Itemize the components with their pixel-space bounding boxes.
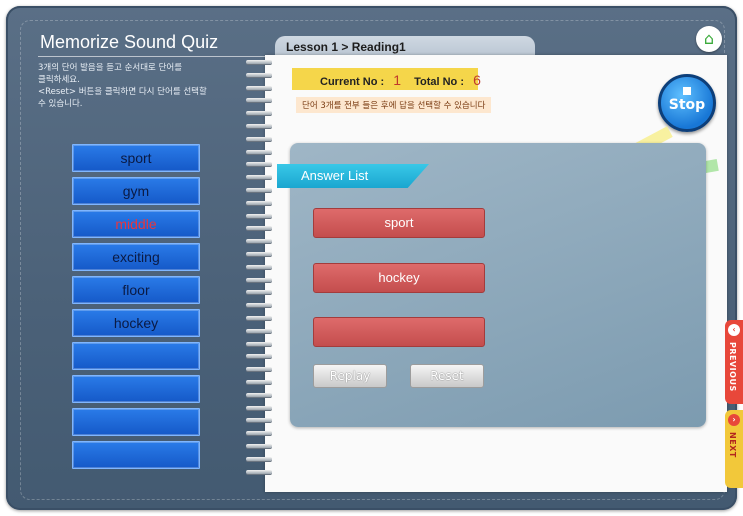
spiral-ring [246, 264, 272, 269]
app-title: Memorize Sound Quiz [40, 32, 219, 52]
word-button[interactable]: sport [72, 144, 200, 172]
answer-slot[interactable]: sport [313, 208, 485, 238]
spiral-ring [246, 303, 272, 308]
previous-button[interactable]: ‹ PREVIOUS [725, 320, 743, 404]
spiral-ring [246, 111, 272, 116]
left-panel: Memorize Sound Quiz 3개의 단어 발음을 듣고 순서대로 단… [22, 22, 268, 492]
spiral-ring [246, 328, 272, 333]
spiral-ring [246, 354, 272, 359]
stop-label: Stop [668, 97, 706, 113]
word-button[interactable]: hockey [72, 309, 200, 337]
spiral-ring [246, 431, 272, 436]
word-button[interactable]: floor [72, 276, 200, 304]
home-button[interactable]: ⌂ [696, 26, 722, 52]
hint-text: 단어 3개를 전부 들은 후에 답을 선택할 수 있습니다 [296, 97, 492, 113]
spiral-ring [246, 226, 272, 231]
spiral-ring [246, 380, 272, 384]
spiral-ring [246, 72, 272, 77]
spiral-ring [246, 98, 272, 103]
word-button-empty[interactable] [72, 441, 200, 469]
word-button-empty[interactable] [72, 408, 200, 436]
spiral-ring [246, 444, 272, 448]
spiral-ring [246, 175, 272, 180]
spiral-ring [246, 405, 272, 410]
current-no-label: Current No : [320, 76, 385, 88]
word-button[interactable]: exciting [72, 243, 200, 271]
reset-button[interactable]: Reset [410, 364, 484, 388]
spiral-ring [246, 277, 272, 282]
answer-list-tag: Answer List [277, 164, 429, 188]
spiral-ring [246, 367, 272, 372]
spiral-ring [246, 188, 272, 192]
word-button-empty[interactable] [72, 375, 200, 403]
spiral-ring [246, 418, 272, 423]
spiral-ring [246, 469, 272, 474]
instructions-text: 3개의 단어 발음을 듣고 순서대로 단어를 클릭하세요. <Reset> 버튼… [38, 63, 207, 109]
word-button-selected[interactable]: middle [72, 210, 200, 238]
total-no-label: Total No : [414, 76, 464, 88]
title-divider [38, 56, 268, 57]
counter-bar: Current No : 1 Total No : 6 [292, 68, 481, 90]
spiral-ring [246, 213, 272, 218]
spiral-ring [246, 149, 272, 154]
previous-label: PREVIOUS [728, 342, 737, 392]
spiral-ring [246, 239, 272, 244]
answer-slot[interactable] [313, 317, 485, 347]
stop-button[interactable]: Stop [658, 74, 716, 132]
next-label: NEXT [728, 432, 737, 458]
spiral-ring [246, 85, 272, 90]
spiral-ring [246, 124, 272, 128]
spiral-binding [246, 60, 272, 480]
spiral-ring [246, 341, 272, 346]
stop-square-icon [683, 87, 691, 95]
spiral-ring [246, 456, 272, 461]
total-no-value: 6 [473, 72, 481, 88]
word-button[interactable]: gym [72, 177, 200, 205]
word-button-empty[interactable] [72, 342, 200, 370]
home-icon: ⌂ [703, 29, 715, 48]
spiral-ring [246, 60, 272, 64]
spiral-ring [246, 136, 272, 141]
chevron-right-icon: › [728, 414, 740, 426]
current-no-value: 1 [393, 72, 402, 88]
spiral-ring [246, 252, 272, 256]
word-list: sport gym middle exciting floor hockey [72, 144, 200, 474]
answer-list-title: Answer List [301, 168, 369, 183]
spiral-ring [246, 290, 272, 295]
breadcrumb: Lesson 1 > Reading1 [286, 40, 406, 54]
spiral-ring [246, 316, 272, 320]
next-button[interactable]: › NEXT [725, 410, 743, 488]
spiral-ring [246, 392, 272, 397]
spiral-ring [246, 162, 272, 167]
spiral-ring [246, 200, 272, 205]
replay-button[interactable]: Replay [313, 364, 387, 388]
answer-slot[interactable]: hockey [313, 263, 485, 293]
chevron-left-icon: ‹ [728, 324, 740, 336]
